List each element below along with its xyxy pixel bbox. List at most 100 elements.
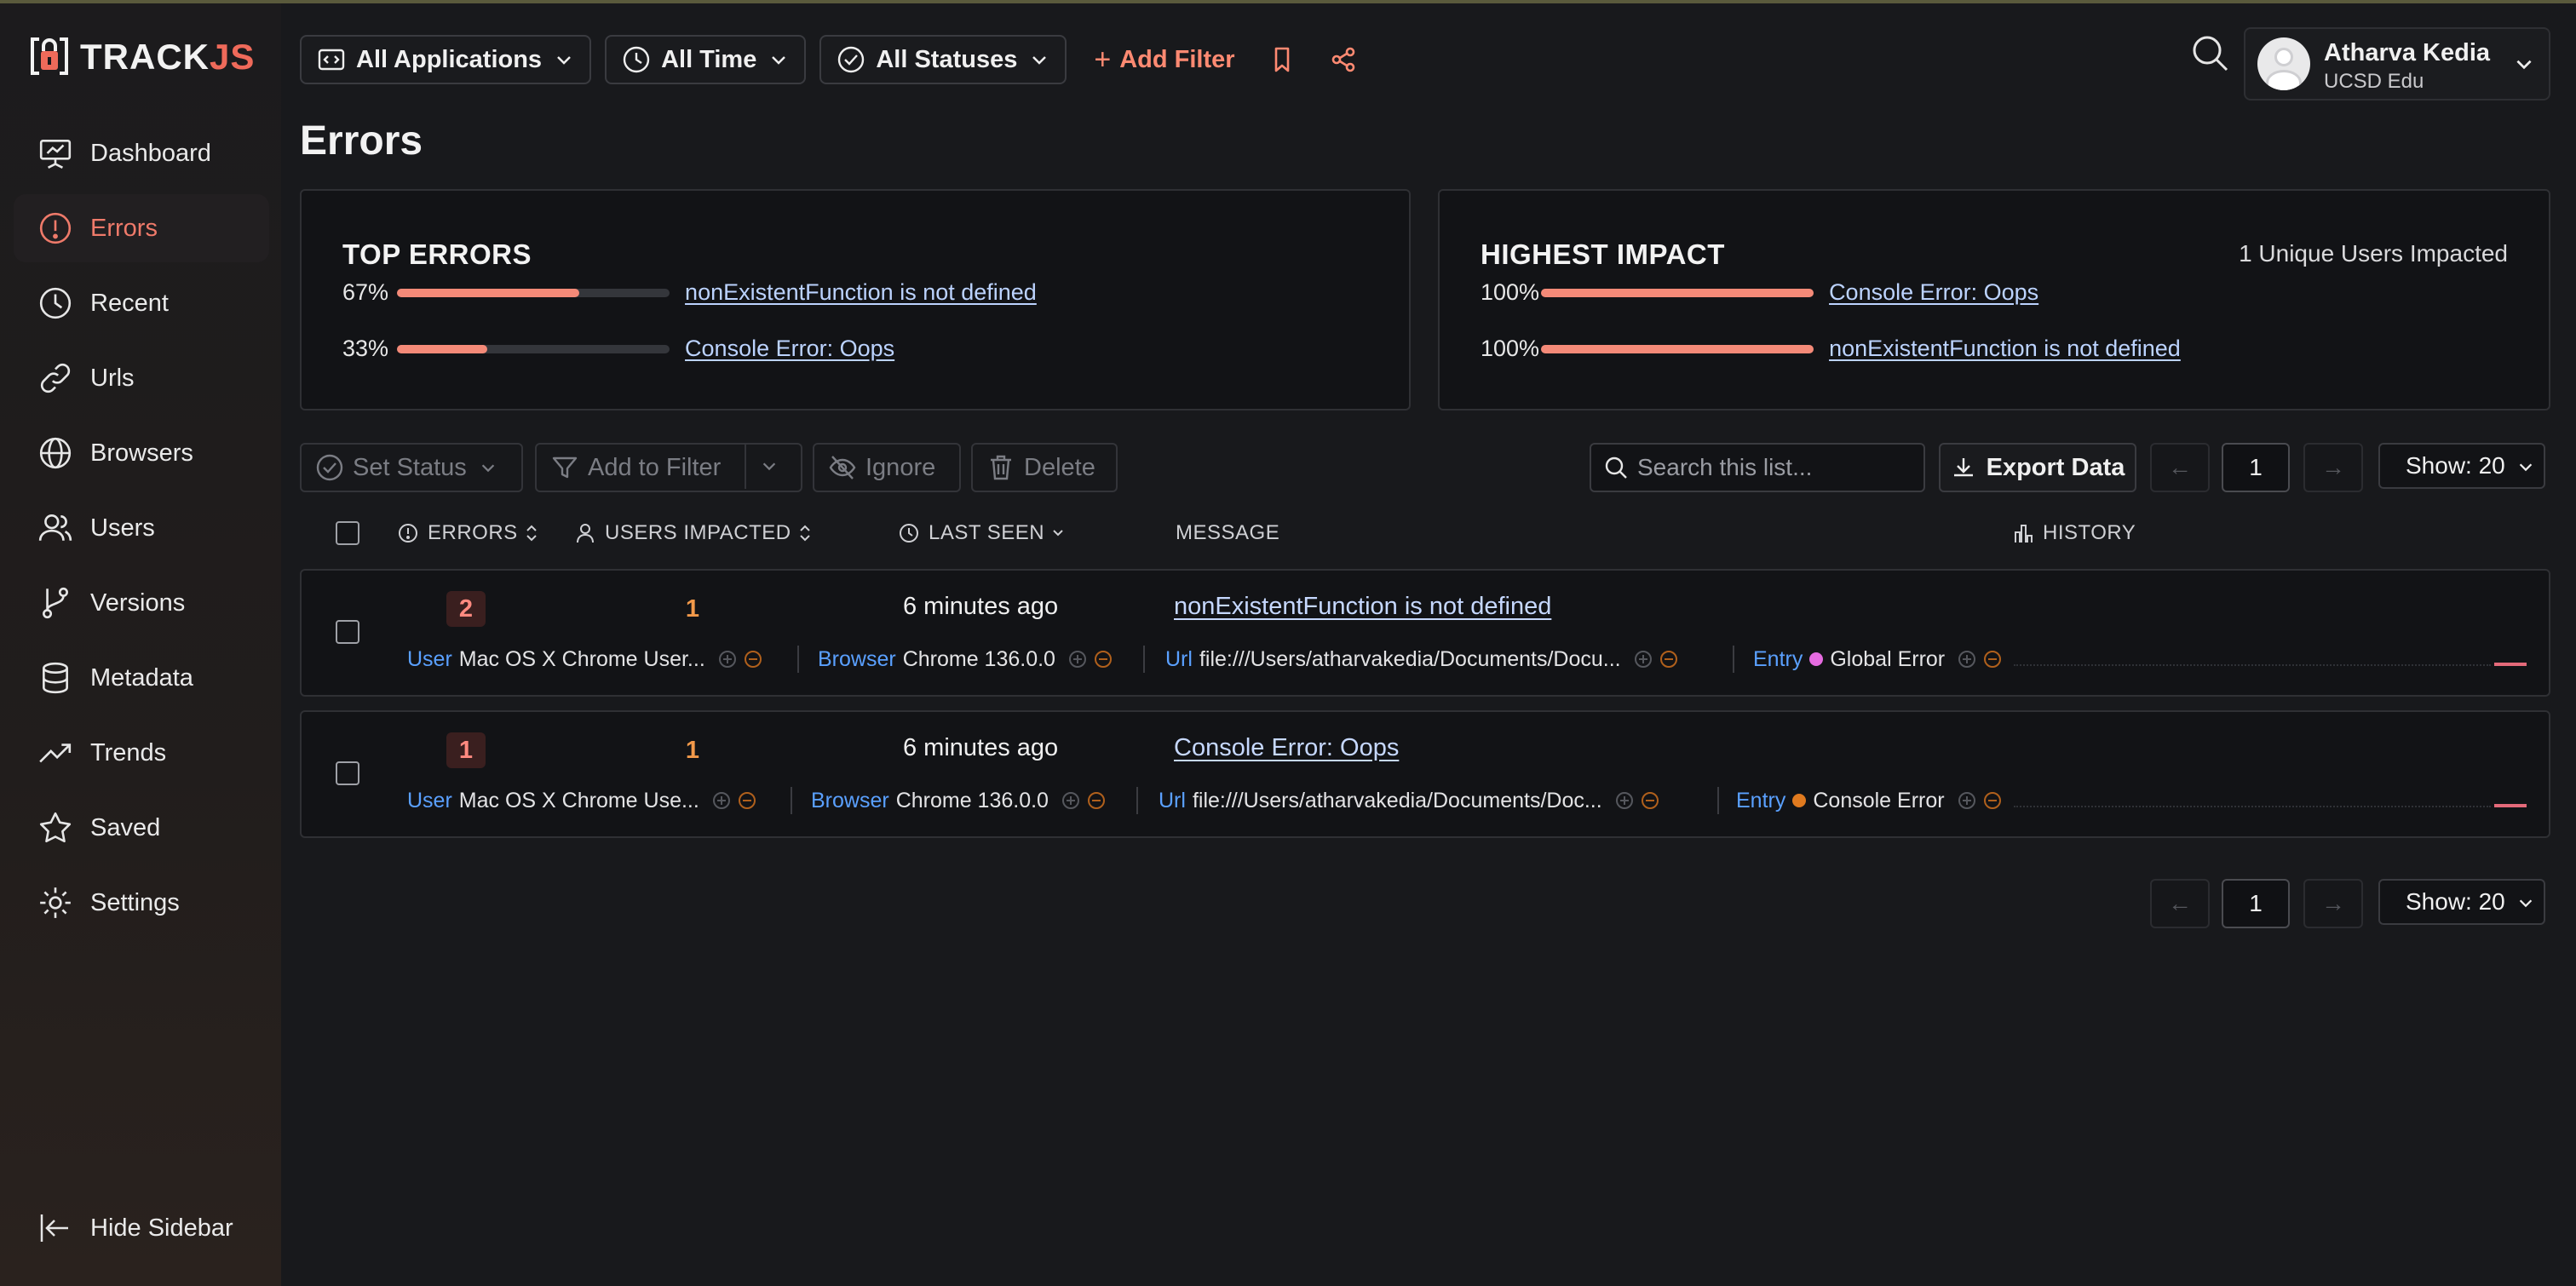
add-filter-button[interactable]: + Add Filter	[1094, 43, 1234, 77]
include-filter-icon[interactable]	[718, 651, 736, 668]
page-size-select[interactable]: Show: 20	[2378, 443, 2545, 489]
meta-value: file:///Users/atharvakedia/Documents/Doc…	[1192, 788, 1602, 812]
delete-button[interactable]: Delete	[971, 443, 1118, 492]
users-header-label: USERS IMPACTED	[605, 521, 791, 544]
hide-sidebar-button[interactable]: Hide Sidebar	[37, 1211, 233, 1245]
table-row[interactable]: 2 1 6 minutes ago nonExistentFunction is…	[300, 569, 2550, 697]
hide-sidebar-label: Hide Sidebar	[90, 1214, 233, 1242]
include-filter-icon[interactable]	[1958, 792, 1975, 809]
last-seen-header-label: LAST SEEN	[929, 521, 1045, 544]
ignore-label: Ignore	[865, 453, 936, 481]
chevron-down-icon[interactable]	[760, 456, 779, 475]
bar-chart-icon	[2015, 525, 2033, 543]
exclude-filter-icon[interactable]	[744, 651, 762, 668]
sidebar-item-trends[interactable]: Trends	[14, 719, 269, 787]
export-data-button[interactable]: Export Data	[1939, 443, 2136, 492]
set-status-button[interactable]: Set Status	[300, 443, 523, 492]
time-filter[interactable]: All Time	[605, 35, 807, 84]
search-list-input[interactable]: Search this list...	[1590, 443, 1925, 492]
top-error-bar	[397, 344, 670, 353]
error-message-link[interactable]: nonExistentFunction is not defined	[1174, 593, 1551, 621]
exclude-filter-icon[interactable]	[1983, 792, 2001, 809]
user-menu[interactable]: Atharva Kedia UCSD Edu	[2244, 27, 2550, 100]
history-spike	[2494, 663, 2527, 666]
share-icon[interactable]	[1329, 45, 1358, 74]
top-error-link[interactable]: Console Error: Oops	[685, 336, 894, 362]
users-impacted-column-header[interactable]: USERS IMPACTED	[574, 521, 814, 545]
table-row[interactable]: 1 1 6 minutes ago Console Error: Oops Us…	[300, 710, 2550, 838]
applications-filter[interactable]: All Applications	[300, 35, 592, 84]
include-filter-icon[interactable]	[1958, 651, 1976, 668]
bookmark-icon[interactable]	[1268, 45, 1297, 74]
sidebar-item-recent[interactable]: Recent	[14, 269, 269, 337]
last-seen-column-header[interactable]: LAST SEEN	[898, 521, 1067, 545]
status-filter[interactable]: All Statuses	[819, 35, 1067, 84]
sidebar-item-users[interactable]: Users	[14, 494, 269, 562]
next-page-button[interactable]: →	[2303, 879, 2363, 928]
exclude-filter-icon[interactable]	[1087, 792, 1105, 809]
impact-link[interactable]: Console Error: Oops	[1829, 279, 2038, 306]
select-all-checkbox[interactable]	[336, 521, 359, 545]
search-icon[interactable]	[2189, 32, 2232, 75]
sidebar-item-saved[interactable]: Saved	[14, 794, 269, 862]
include-filter-icon[interactable]	[1615, 792, 1633, 809]
exclude-filter-icon[interactable]	[1659, 651, 1677, 668]
exclude-filter-icon[interactable]	[738, 792, 756, 809]
filter-icon	[552, 456, 578, 479]
dashboard-icon	[39, 139, 72, 169]
message-header-label: MESSAGE	[1176, 521, 1280, 544]
unique-users-summary: 1 Unique Users Impacted	[2239, 240, 2508, 267]
sidebar-nav: Dashboard Errors Recent Urls Browsers Us…	[14, 119, 269, 944]
sidebar: TRACKJS Dashboard Errors Recent Urls Bro…	[0, 3, 281, 1286]
sidebar-item-browsers[interactable]: Browsers	[14, 419, 269, 487]
impact-link[interactable]: nonExistentFunction is not defined	[1829, 336, 2181, 362]
error-message-link[interactable]: Console Error: Oops	[1174, 734, 1399, 762]
meta-divider	[1136, 787, 1138, 814]
export-label: Export Data	[1986, 453, 2125, 481]
page-size-select[interactable]: Show: 20	[2378, 879, 2545, 925]
prev-page-button[interactable]: ←	[2150, 879, 2210, 928]
errors-column-header[interactable]: ERRORS	[397, 521, 540, 545]
top-error-link[interactable]: nonExistentFunction is not defined	[685, 279, 1037, 306]
include-filter-icon[interactable]	[1634, 651, 1652, 668]
sidebar-item-urls[interactable]: Urls	[14, 344, 269, 412]
logo-icon	[31, 37, 68, 75]
trackjs-logo[interactable]: TRACKJS	[27, 34, 255, 80]
applications-filter-label: All Applications	[356, 45, 543, 73]
time-filter-label: All Time	[661, 45, 757, 73]
meta-value: file:///Users/atharvakedia/Documents/Doc…	[1199, 646, 1621, 671]
exclude-filter-icon[interactable]	[1984, 651, 2002, 668]
error-count-badge: 2	[446, 591, 486, 627]
chevron-down-icon	[2516, 60, 2532, 70]
sidebar-item-settings[interactable]: Settings	[14, 869, 269, 937]
row-checkbox[interactable]	[336, 761, 359, 785]
next-page-button[interactable]: →	[2303, 443, 2363, 492]
error-icon	[399, 524, 417, 543]
include-filter-icon[interactable]	[712, 792, 730, 809]
meta-value: Chrome 136.0.0	[895, 788, 1049, 812]
page-title: Errors	[300, 118, 423, 164]
bottom-pagination: ← 1 → Show: 20	[300, 879, 2549, 928]
meta-divider	[1717, 787, 1719, 814]
exclude-filter-icon[interactable]	[1094, 651, 1112, 668]
sidebar-item-errors[interactable]: Errors	[14, 194, 269, 262]
include-filter-icon[interactable]	[1061, 792, 1079, 809]
include-filter-icon[interactable]	[1068, 651, 1086, 668]
top-errors-title: TOP ERRORS	[342, 238, 532, 270]
page-size-label: Show: 20	[2406, 888, 2505, 915]
impact-row: 100% Console Error: Oops	[1481, 279, 2038, 306]
page-number[interactable]: 1	[2222, 443, 2290, 492]
prev-page-button[interactable]: ←	[2150, 443, 2210, 492]
sidebar-item-metadata[interactable]: Metadata	[14, 644, 269, 712]
trend-icon	[39, 743, 72, 763]
top-error-bar-fill	[397, 344, 487, 353]
ignore-button[interactable]: Ignore	[813, 443, 961, 492]
impact-percent: 100%	[1481, 336, 1540, 361]
user-meta: User Mac OS X Chrome User...	[407, 644, 762, 675]
sidebar-item-versions[interactable]: Versions	[14, 569, 269, 637]
exclude-filter-icon[interactable]	[1641, 792, 1659, 809]
sidebar-item-dashboard[interactable]: Dashboard	[14, 119, 269, 187]
meta-divider	[1733, 646, 1734, 673]
page-number[interactable]: 1	[2222, 879, 2290, 928]
row-checkbox[interactable]	[336, 620, 359, 644]
